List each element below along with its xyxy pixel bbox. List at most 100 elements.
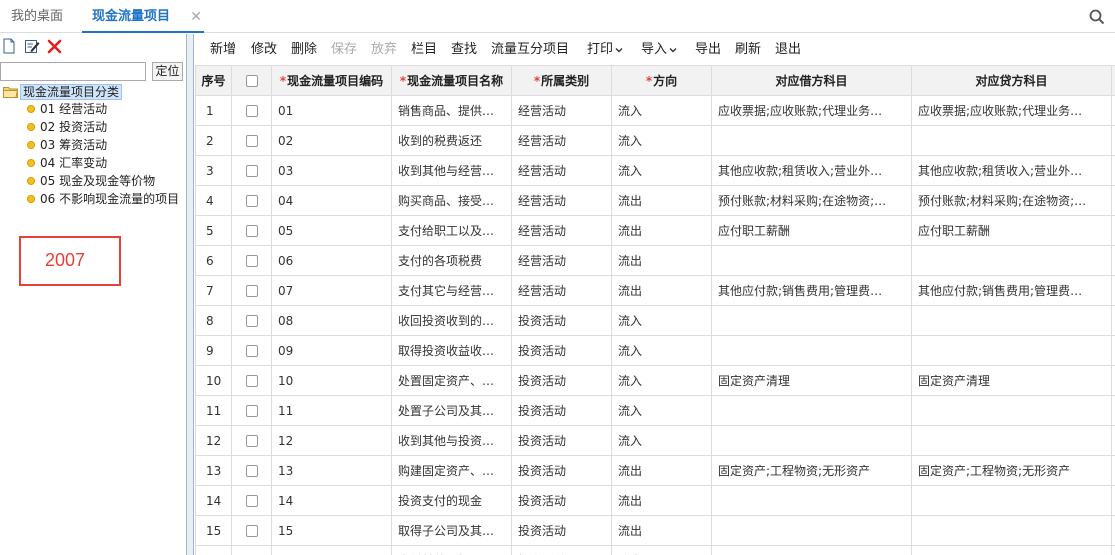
tree-item[interactable]: 02 投资活动 xyxy=(27,118,107,136)
header-credit[interactable]: 对应贷方科目 xyxy=(911,65,1112,96)
export-button[interactable]: 导出 xyxy=(695,41,721,58)
tab-cash-flow-items[interactable]: 现金流量项目 ✕ xyxy=(82,0,204,33)
find-button[interactable]: 查找 xyxy=(451,41,477,58)
table-row[interactable]: 9 09 取得投资收益收… 投资活动 流入 xyxy=(195,335,1115,366)
header-debit[interactable]: 对应借方科目 xyxy=(711,65,912,96)
row-checkbox[interactable] xyxy=(245,495,258,507)
cell-code: 06 xyxy=(271,245,392,276)
table-row[interactable]: 1 01 销售商品、提供… 经营活动 流入 应收票据;应收账款;代理业务… 应收票据;应收账… xyxy=(195,95,1115,126)
cell-direction: 流入 xyxy=(611,155,712,186)
tree-item[interactable]: 03 筹资活动 xyxy=(27,136,107,154)
columns-button[interactable]: 栏目 xyxy=(411,41,437,58)
save-button[interactable]: 保存 xyxy=(331,41,357,58)
table-row[interactable]: 12 12 收到其他与投资… 投资活动 流入 xyxy=(195,425,1115,456)
tab-close-icon[interactable]: ✕ xyxy=(190,0,202,34)
cell-category: 经营活动 xyxy=(511,215,612,246)
mutual-items-button[interactable]: 流量互分项目 xyxy=(491,41,569,58)
row-checkbox[interactable] xyxy=(245,255,258,267)
row-checkbox[interactable] xyxy=(245,105,258,117)
header-direction[interactable]: *方向 xyxy=(611,65,712,96)
edit-button[interactable]: 修改 xyxy=(251,41,277,58)
cell-credit: 应收票据;应收账款;代理业务… xyxy=(911,95,1112,126)
cell-code: 15 xyxy=(271,515,392,546)
row-checkbox[interactable] xyxy=(245,465,258,477)
row-checkbox[interactable] xyxy=(245,345,258,357)
new-button[interactable]: 新增 xyxy=(210,41,236,58)
refresh-button[interactable]: 刷新 xyxy=(735,41,761,58)
cell-category: 经营活动 xyxy=(511,245,612,276)
row-checkbox[interactable] xyxy=(245,375,258,387)
row-checkbox[interactable] xyxy=(245,225,258,237)
table-row[interactable]: 5 05 支付给职工以及… 经营活动 流出 应付职工薪酬 应付职工薪酬 xyxy=(195,215,1115,246)
table-row[interactable]: 8 08 收回投资收到的… 投资活动 流入 xyxy=(195,305,1115,336)
cell-code: 16 xyxy=(271,545,392,555)
table-row[interactable]: 14 14 投资支付的现金 投资活动 流出 xyxy=(195,485,1115,516)
cell-extra xyxy=(1111,95,1115,126)
locate-button[interactable]: 定位 xyxy=(152,62,183,81)
print-button[interactable]: 打印 xyxy=(587,41,623,58)
header-category[interactable]: *所属类别 xyxy=(511,65,612,96)
header-code-label: 现金流量项目编码 xyxy=(287,74,384,88)
cell-select xyxy=(231,95,272,126)
table-row[interactable]: 15 15 取得子公司及其… 投资活动 流出 xyxy=(195,515,1115,546)
tree-item[interactable]: 04 汇率变动 xyxy=(27,154,107,172)
tab-my-desktop[interactable]: 我的桌面 xyxy=(11,0,63,33)
header-code[interactable]: *现金流量项目编码 xyxy=(271,65,392,96)
table-row[interactable]: 4 04 购买商品、接受… 经营活动 流出 预付账款;材料采购;在途物资;… 预付账款;材料… xyxy=(195,185,1115,216)
cell-seq: 16 xyxy=(195,545,232,555)
print-label: 打印 xyxy=(587,42,614,57)
row-checkbox[interactable] xyxy=(245,135,258,147)
locate-input[interactable] xyxy=(0,62,146,81)
table-row[interactable]: 2 02 收到的税费返还 经营活动 流入 xyxy=(195,125,1115,156)
import-button[interactable]: 导入 xyxy=(641,41,677,58)
cell-select xyxy=(231,155,272,186)
cell-extra xyxy=(1111,245,1115,276)
cell-seq: 10 xyxy=(195,365,232,396)
cell-direction: 流入 xyxy=(611,365,712,396)
new-file-icon[interactable] xyxy=(1,38,17,54)
cell-credit xyxy=(911,125,1112,156)
cell-select xyxy=(231,215,272,246)
table-row[interactable]: 7 07 支付其它与经营… 经营活动 流出 其他应付款;销售费用;管理费… 其他应付款;销售… xyxy=(195,275,1115,306)
header-name[interactable]: *现金流量项目名称 xyxy=(391,65,512,96)
cell-seq: 7 xyxy=(195,275,232,306)
cell-code: 04 xyxy=(271,185,392,216)
chevron-down-icon xyxy=(669,47,677,52)
pane-splitter[interactable] xyxy=(186,34,194,555)
table-row[interactable]: 3 03 收到其他与经营… 经营活动 流入 其他应收款;租赁收入;营业外… 其他应收款;租赁… xyxy=(195,155,1115,186)
tree-item[interactable]: 05 现金及现金等价物 xyxy=(27,172,155,190)
header-select-all[interactable] xyxy=(231,65,272,96)
tree-item[interactable]: 06 不影响现金流量的项目 xyxy=(27,190,179,208)
cell-name: 支付的各项税费 xyxy=(391,245,512,276)
tree-item-label: 02 投资活动 xyxy=(40,120,108,134)
cell-seq: 1 xyxy=(195,95,232,126)
cell-name: 收到其他与经营… xyxy=(391,155,512,186)
exit-button[interactable]: 退出 xyxy=(775,41,801,58)
cell-category: 投资活动 xyxy=(511,485,612,516)
delete-icon[interactable] xyxy=(47,38,63,54)
cell-code: 05 xyxy=(271,215,392,246)
table-row[interactable]: 10 10 处置固定资产、… 投资活动 流入 固定资产清理 固定资产清理 xyxy=(195,365,1115,396)
cell-seq: 3 xyxy=(195,155,232,186)
table-row[interactable]: 13 13 购建固定资产、… 投资活动 流出 固定资产;工程物资;无形资产 固定资产;工程物… xyxy=(195,455,1115,486)
search-icon[interactable] xyxy=(1089,9,1105,25)
discard-button[interactable]: 放弃 xyxy=(371,41,397,58)
row-checkbox[interactable] xyxy=(245,435,258,447)
table-row[interactable]: 1616支付其他与投…投资活动流出 xyxy=(195,545,1115,555)
cell-direction: 流入 xyxy=(611,125,712,156)
row-checkbox[interactable] xyxy=(245,195,258,207)
row-checkbox[interactable] xyxy=(245,405,258,417)
row-checkbox[interactable] xyxy=(245,315,258,327)
tree-item[interactable]: 01 经营活动 xyxy=(27,100,107,118)
table-row[interactable]: 11 11 处置子公司及其… 投资活动 流入 xyxy=(195,395,1115,426)
select-all-checkbox[interactable] xyxy=(245,75,258,87)
row-checkbox[interactable] xyxy=(245,285,258,297)
cell-select xyxy=(231,545,272,555)
delete-button[interactable]: 删除 xyxy=(291,41,317,58)
table-row[interactable]: 6 06 支付的各项税费 经营活动 流出 xyxy=(195,245,1115,276)
row-checkbox[interactable] xyxy=(245,525,258,537)
cell-extra xyxy=(1111,335,1115,366)
cell-select xyxy=(231,395,272,426)
row-checkbox[interactable] xyxy=(245,165,258,177)
edit-icon[interactable] xyxy=(24,38,40,54)
